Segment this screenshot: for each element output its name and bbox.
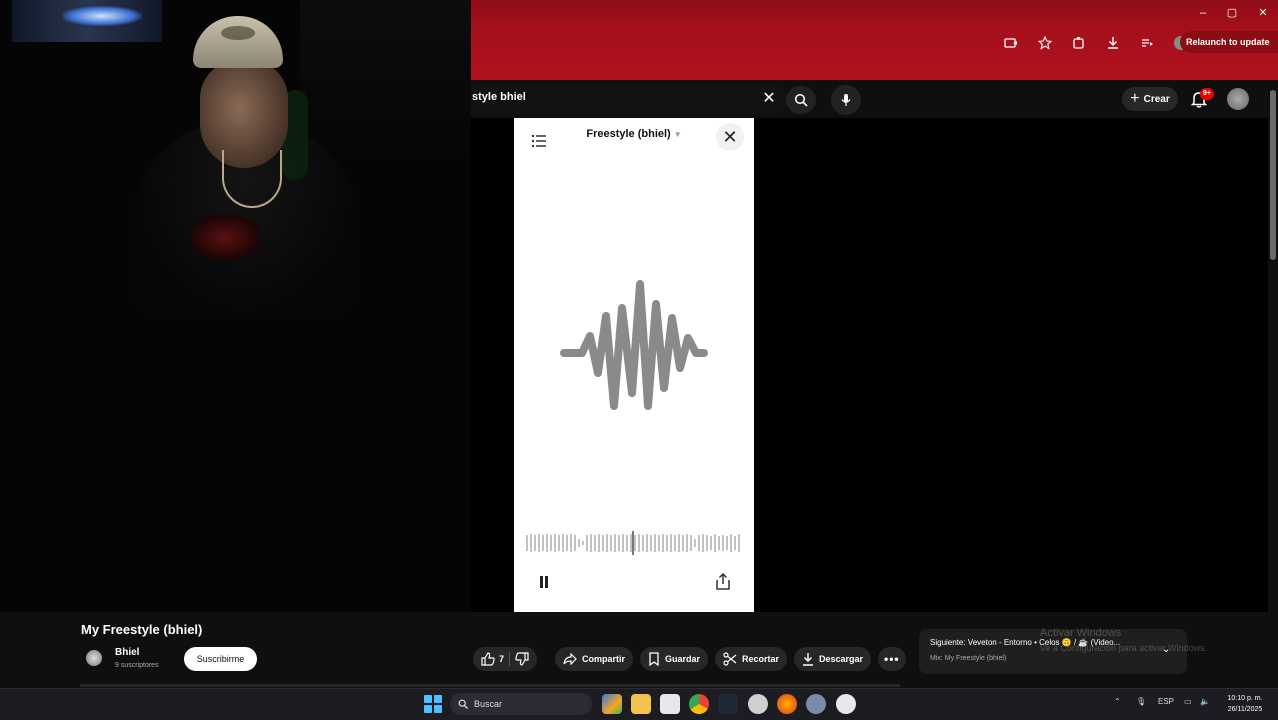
- share-button[interactable]: Compartir: [555, 647, 634, 671]
- notification-badge: 9+: [1200, 88, 1214, 100]
- taskbar-search-placeholder: Buscar: [474, 699, 503, 709]
- scissors-icon: [723, 652, 737, 666]
- thumbs-down-icon: [515, 652, 529, 666]
- network-icon[interactable]: ▭: [1184, 697, 1192, 706]
- list-icon: [531, 134, 546, 148]
- dislike-button[interactable]: [515, 652, 529, 666]
- share-icon: [716, 573, 730, 590]
- chevron-down-icon: ▼: [673, 130, 682, 139]
- chrome-icon[interactable]: [689, 694, 709, 714]
- pause-icon: [540, 576, 548, 588]
- plus-icon: +: [1130, 90, 1140, 107]
- taskbar-clock[interactable]: 10:10 p. m. 26/11/2025: [1222, 693, 1268, 715]
- activate-windows-watermark: Activar Windows: [1040, 627, 1122, 639]
- bookmark-icon: [649, 652, 659, 666]
- streamer-cap: [193, 16, 283, 68]
- audio-player-card: Freestyle (bhiel) ▼ ✕: [514, 118, 754, 612]
- settings-gear-icon[interactable]: [806, 694, 826, 714]
- audio-waveform-icon: [560, 280, 708, 410]
- webcam-overlay: [0, 0, 471, 612]
- taskbar-search-input[interactable]: Buscar: [450, 693, 592, 715]
- playlist-button[interactable]: [524, 126, 554, 156]
- clip-label: Recortar: [742, 654, 780, 664]
- clip-button[interactable]: Recortar: [715, 647, 788, 671]
- bookmark-star-icon[interactable]: [1034, 32, 1056, 54]
- microphone-tray-icon[interactable]: 🎙: [1136, 697, 1146, 706]
- save-button[interactable]: Guardar: [640, 647, 709, 671]
- create-button[interactable]: + Crear: [1122, 87, 1178, 111]
- browser-toolbar-icons: [1000, 32, 1192, 54]
- necklace: [222, 150, 282, 208]
- activate-windows-hint: Ve a Configuración para activar Windows.: [1040, 643, 1208, 653]
- close-player-button[interactable]: ✕: [716, 123, 744, 151]
- copilot-app-icon[interactable]: [602, 694, 622, 714]
- save-label: Guardar: [665, 654, 701, 664]
- media-control-icon[interactable]: [1136, 32, 1158, 54]
- like-button[interactable]: 7: [481, 652, 504, 666]
- background-car-poster: [12, 0, 162, 42]
- screen: – ▢ ✕ Relaunch to update ⋮ style bhiel ✕…: [0, 0, 1278, 720]
- channel-name[interactable]: Bhiel: [115, 647, 139, 658]
- download-arrow-icon: [803, 653, 813, 666]
- steam-icon[interactable]: [718, 694, 738, 714]
- download-icon[interactable]: [1102, 32, 1124, 54]
- clock-time: 10:10 p. m.: [1227, 695, 1263, 702]
- scrollbar-thumb[interactable]: [1270, 90, 1276, 260]
- up-next-subtitle: Mix: My Freestyle (bhiel): [930, 655, 1007, 662]
- obs-icon[interactable]: [836, 694, 856, 714]
- subscriber-count: 9 suscriptores: [115, 662, 159, 669]
- player-title-text: Freestyle (bhiel): [586, 128, 671, 140]
- divider: [509, 652, 511, 666]
- close-window-button[interactable]: ✕: [1248, 4, 1278, 22]
- more-actions-button[interactable]: •••: [878, 647, 906, 671]
- thumbs-up-icon: [481, 652, 495, 666]
- background-wall: [300, 0, 471, 160]
- relaunch-label: Relaunch to update: [1186, 37, 1270, 47]
- player-title[interactable]: Freestyle (bhiel) ▼: [564, 128, 704, 140]
- search-button[interactable]: [786, 86, 816, 114]
- create-label: Crear: [1143, 93, 1170, 105]
- like-count: 7: [499, 654, 505, 664]
- language-indicator[interactable]: ESP: [1158, 697, 1174, 706]
- share-audio-button[interactable]: [711, 570, 735, 594]
- app-icon[interactable]: [748, 694, 768, 714]
- search-icon: [458, 699, 468, 709]
- clear-search-icon[interactable]: ✕: [758, 88, 780, 110]
- relaunch-to-update-button[interactable]: Relaunch to update ⋮: [1180, 31, 1278, 53]
- minimize-button[interactable]: –: [1188, 4, 1218, 22]
- microsoft-store-icon[interactable]: [660, 694, 680, 714]
- scrubber-waveform[interactable]: [524, 530, 744, 556]
- microphone-icon: [841, 94, 851, 106]
- volume-icon[interactable]: 🔈: [1200, 697, 1210, 706]
- account-avatar[interactable]: [1227, 88, 1249, 110]
- cast-icon[interactable]: [1000, 32, 1022, 54]
- windows-start-button[interactable]: [424, 695, 442, 713]
- comments-divider: [80, 684, 900, 687]
- show-hidden-icons-chevron-icon[interactable]: ⌃: [1114, 697, 1121, 706]
- subscribe-button[interactable]: Suscribirme: [184, 647, 257, 671]
- clock-date: 26/11/2025: [1227, 706, 1263, 713]
- more-horiz-icon: •••: [884, 652, 900, 666]
- download-button[interactable]: Descargar: [794, 647, 872, 671]
- extensions-icon[interactable]: [1068, 32, 1090, 54]
- video-title: My Freestyle (bhiel): [81, 622, 203, 637]
- shirt-print: [190, 215, 260, 260]
- share-label: Compartir: [582, 654, 626, 664]
- pause-button[interactable]: [532, 570, 556, 594]
- share-arrow-icon: [563, 653, 577, 665]
- channel-avatar[interactable]: [86, 650, 102, 666]
- voice-search-button[interactable]: [831, 85, 861, 115]
- like-dislike-group: 7: [473, 647, 538, 671]
- download-label: Descargar: [819, 654, 864, 664]
- file-explorer-icon[interactable]: [631, 694, 651, 714]
- firefox-icon[interactable]: [777, 694, 797, 714]
- search-query: style bhiel: [472, 91, 526, 103]
- maximize-button[interactable]: ▢: [1217, 4, 1247, 22]
- search-icon: [794, 93, 808, 107]
